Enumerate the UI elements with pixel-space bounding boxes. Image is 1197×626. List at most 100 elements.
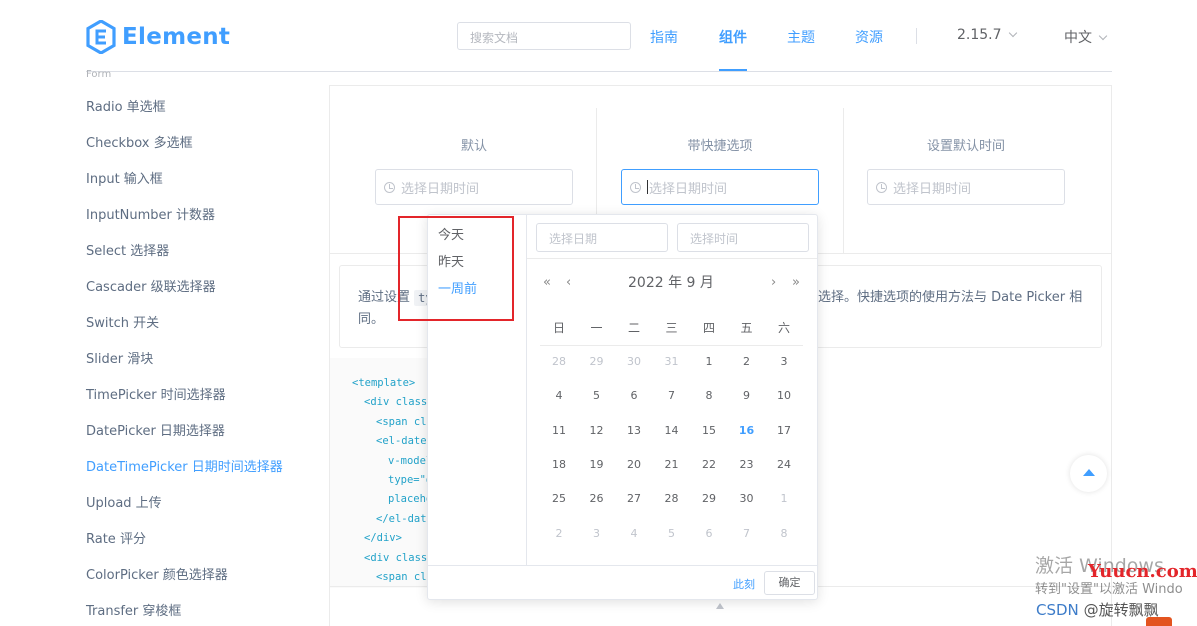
code-line: <div class= <box>364 396 434 409</box>
picker-date-input[interactable]: 选择日期 <box>536 223 668 252</box>
date-cell[interactable]: 13 <box>619 424 649 437</box>
date-cell[interactable]: 25 <box>544 492 574 505</box>
date-cell[interactable]: 6 <box>694 527 724 540</box>
date-cell[interactable]: 30 <box>732 492 762 505</box>
next-month-icon[interactable]: › <box>771 275 776 290</box>
date-cell[interactable]: 7 <box>732 527 762 540</box>
weekday-label: 三 <box>665 321 678 335</box>
sidebar-item[interactable]: DateTimePicker 日期时间选择器 <box>86 456 283 475</box>
date-cell[interactable]: 22 <box>694 458 724 471</box>
code-line: v-model <box>388 454 433 467</box>
date-cell[interactable]: 31 <box>657 355 687 368</box>
language-dropdown[interactable]: 中文 <box>1064 27 1108 47</box>
picker-time-input[interactable]: 选择时间 <box>677 223 809 252</box>
sidebar-item[interactable]: InputNumber 计数器 <box>86 204 215 223</box>
code-line: type="d <box>388 474 433 486</box>
sidebar-item[interactable]: Cascader 级联选择器 <box>86 276 216 295</box>
date-cell[interactable]: 9 <box>732 389 762 402</box>
date-cell[interactable]: 3 <box>582 527 612 540</box>
sidebar-item[interactable]: TimePicker 时间选择器 <box>86 384 226 403</box>
nav-theme[interactable]: 主题 <box>787 27 815 47</box>
date-cell[interactable]: 15 <box>694 424 724 437</box>
logo-text: Element <box>122 24 231 50</box>
date-cell[interactable]: 29 <box>694 492 724 505</box>
date-cell[interactable]: 16 <box>732 424 762 437</box>
date-cell[interactable]: 14 <box>657 424 687 437</box>
date-cell[interactable]: 2 <box>544 527 574 540</box>
date-cell[interactable]: 8 <box>769 527 799 540</box>
date-cell[interactable]: 30 <box>619 355 649 368</box>
sidebar-item[interactable]: Upload 上传 <box>86 492 162 511</box>
sidebar-group-title: Form <box>86 69 112 80</box>
date-cell[interactable]: 24 <box>769 458 799 471</box>
top-header: Element 搜索文档 指南 组件 主题 资源 2.15.7 中文 <box>0 0 1197 72</box>
sidebar-item[interactable]: Checkbox 多选框 <box>86 132 193 151</box>
date-cell[interactable]: 29 <box>582 355 612 368</box>
nav-resource[interactable]: 资源 <box>855 27 883 47</box>
date-cell[interactable]: 8 <box>694 389 724 402</box>
element-logo[interactable]: Element <box>86 20 230 54</box>
date-cell[interactable]: 21 <box>657 458 687 471</box>
sidebar-item[interactable]: Slider 滑块 <box>86 348 153 367</box>
datetime-input-default-time[interactable]: 选择日期时间 <box>867 169 1065 205</box>
date-cell[interactable]: 28 <box>544 355 574 368</box>
search-input[interactable]: 搜索文档 <box>457 22 631 50</box>
description-suffix: 选择。快捷选项的使用方法与 Date Picker 相 <box>818 290 1083 305</box>
picker-divider <box>527 258 817 259</box>
sidebar-item[interactable]: Rate 评分 <box>86 528 146 547</box>
date-cell[interactable]: 12 <box>582 424 612 437</box>
sidebar-item[interactable]: Transfer 穿梭框 <box>86 600 181 619</box>
date-cell[interactable]: 5 <box>657 527 687 540</box>
sidebar-item[interactable]: Input 输入框 <box>86 168 163 187</box>
datetime-placeholder: 选择日期时间 <box>401 181 480 197</box>
date-cell[interactable]: 5 <box>582 389 612 402</box>
weekday-label: 四 <box>702 321 715 335</box>
now-button[interactable]: 此刻 <box>733 576 755 592</box>
code-line: </el-date <box>376 512 433 525</box>
column-title-default: 默认 <box>460 139 487 154</box>
date-cell[interactable]: 4 <box>619 527 649 540</box>
sidebar-item[interactable]: ColorPicker 颜色选择器 <box>86 564 228 583</box>
csdn-watermark: CSDN @旋转飘飘 <box>1036 599 1159 620</box>
confirm-button[interactable]: 确定 <box>764 571 815 595</box>
sidebar-item[interactable]: Switch 开关 <box>86 312 159 331</box>
nav-guide[interactable]: 指南 <box>650 27 678 47</box>
code-line: <div class= <box>364 551 434 564</box>
date-cell[interactable]: 1 <box>694 355 724 368</box>
back-to-top-button[interactable] <box>1070 455 1107 492</box>
caret-up-icon <box>716 603 724 609</box>
date-cell[interactable]: 18 <box>544 458 574 471</box>
weekday-label: 五 <box>740 321 753 335</box>
date-cell[interactable]: 28 <box>657 492 687 505</box>
date-cell[interactable]: 11 <box>544 424 574 437</box>
date-cell[interactable]: 1 <box>769 492 799 505</box>
date-cell[interactable]: 19 <box>582 458 612 471</box>
date-cell[interactable]: 7 <box>657 389 687 402</box>
highlight-annotation <box>398 216 514 321</box>
chevron-down-icon <box>1008 28 1017 38</box>
prev-month-icon[interactable]: ‹ <box>566 275 571 290</box>
date-cell[interactable]: 6 <box>619 389 649 402</box>
date-cell[interactable]: 17 <box>769 424 799 437</box>
datetime-input-default[interactable]: 选择日期时间 <box>375 169 573 205</box>
date-cell[interactable]: 3 <box>769 355 799 368</box>
prev-year-icon[interactable]: « <box>543 275 551 290</box>
datetime-input-shortcuts[interactable]: 选择日期时间 <box>621 169 819 205</box>
sidebar-item[interactable]: DatePicker 日期选择器 <box>86 420 225 439</box>
date-cell[interactable]: 2 <box>732 355 762 368</box>
sidebar-item[interactable]: Select 选择器 <box>86 240 169 259</box>
version-dropdown[interactable]: 2.15.7 <box>957 27 1017 43</box>
picker-month-title[interactable]: 2022 年 9 月 <box>628 272 714 292</box>
column-title-shortcuts: 带快捷选项 <box>687 139 753 154</box>
code-line: <span cla <box>376 415 433 428</box>
date-cell[interactable]: 27 <box>619 492 649 505</box>
date-cell[interactable]: 23 <box>732 458 762 471</box>
next-year-icon[interactable]: » <box>792 275 800 290</box>
nav-component[interactable]: 组件 <box>719 27 747 47</box>
date-cell[interactable]: 10 <box>769 389 799 402</box>
date-cell[interactable]: 20 <box>619 458 649 471</box>
weekday-label: 一 <box>590 321 603 335</box>
date-cell[interactable]: 4 <box>544 389 574 402</box>
date-cell[interactable]: 26 <box>582 492 612 505</box>
sidebar-item[interactable]: Radio 单选框 <box>86 96 166 115</box>
